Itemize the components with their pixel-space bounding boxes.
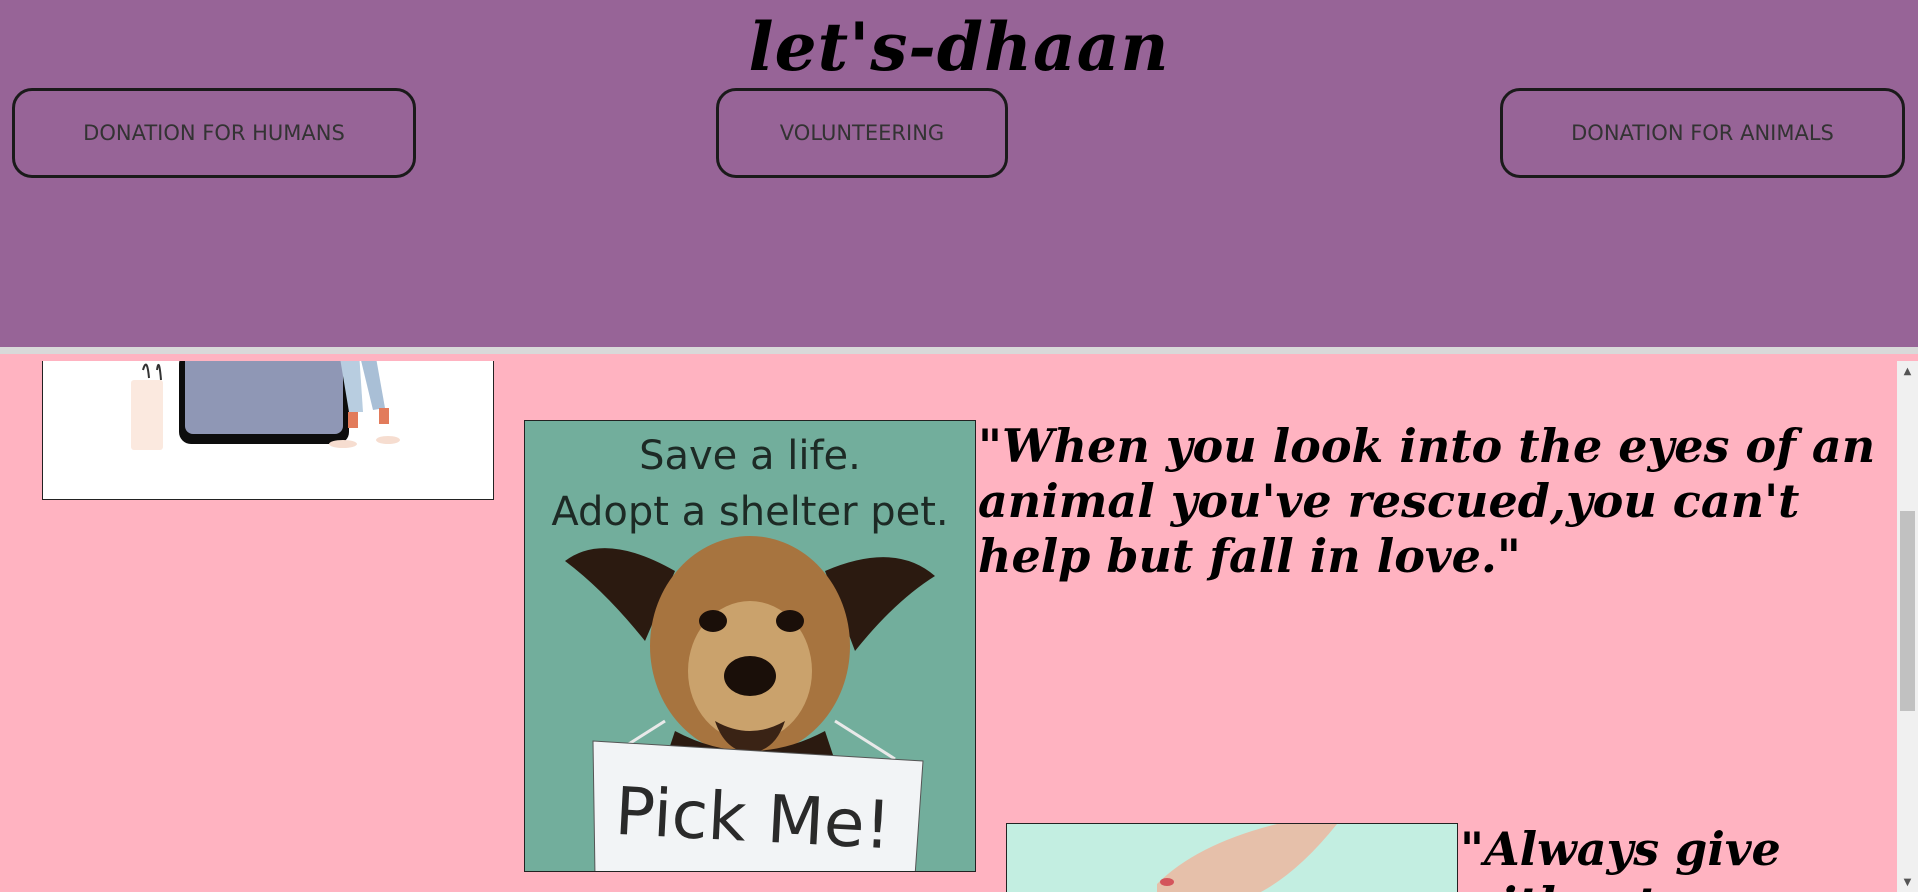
volunteering-button[interactable]: VOLUNTEERING — [716, 88, 1008, 178]
scrollbar-thumb[interactable] — [1900, 511, 1915, 711]
adopt-pet-poster-image: Save a life. Adopt a shelter pet. Pick M… — [524, 420, 976, 872]
helping-hand-image — [1006, 823, 1458, 892]
site-header: let's-dhaan DONATION FOR HUMANS VOLUNTEE… — [0, 0, 1918, 354]
site-title: let's-dhaan — [748, 8, 1170, 86]
poster-sign-text: Pick Me! — [613, 773, 893, 864]
poster-line-1: Save a life. — [639, 433, 861, 479]
give-quote: "Always give without — [1460, 822, 1781, 892]
poster-line-2: Adopt a shelter pet. — [551, 489, 948, 535]
helping-hand-illustration — [1007, 824, 1457, 892]
dog-poster: Save a life. Adopt a shelter pet. Pick M… — [525, 421, 975, 871]
donation-for-humans-button[interactable]: DONATION FOR HUMANS — [12, 88, 416, 178]
animal-rescue-quote: "When you look into the eyes of an anima… — [978, 419, 1876, 583]
scroll-up-icon[interactable]: ▲ — [1897, 361, 1918, 381]
people-illustration-image — [42, 361, 494, 500]
vertical-scrollbar[interactable]: ▲ ▼ — [1897, 361, 1918, 892]
main-content: Save a life. Adopt a shelter pet. Pick M… — [0, 361, 1897, 892]
scroll-down-icon[interactable]: ▼ — [1897, 872, 1918, 892]
people-illustration — [43, 361, 493, 499]
donation-for-animals-button[interactable]: DONATION FOR ANIMALS — [1500, 88, 1905, 178]
